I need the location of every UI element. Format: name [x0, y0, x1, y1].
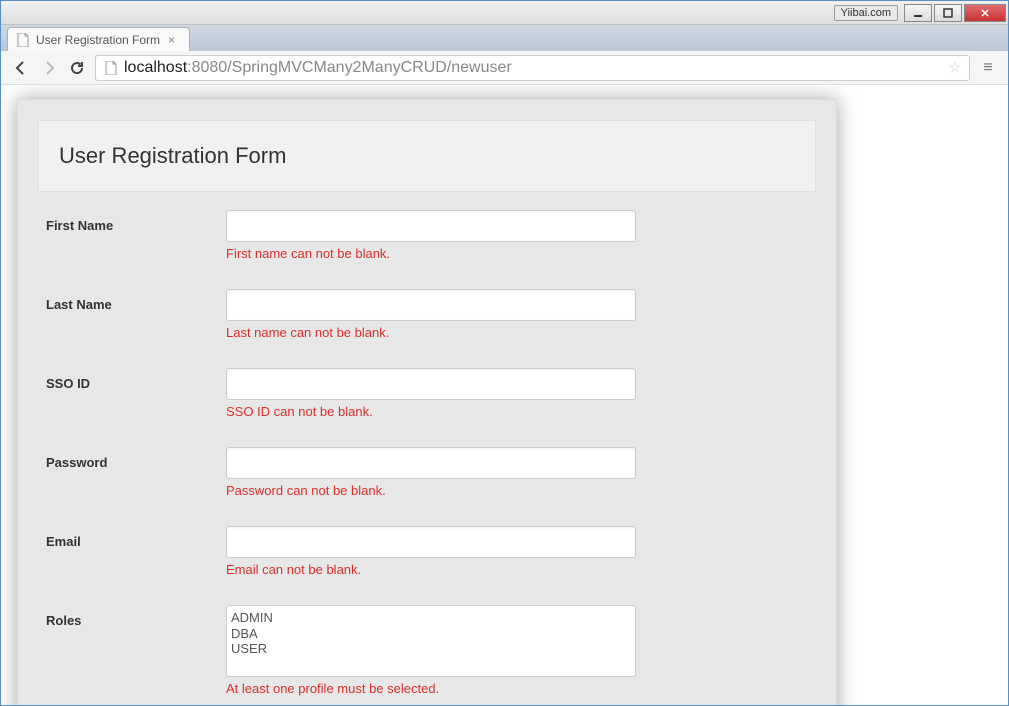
error-email: Email can not be blank. [226, 562, 636, 577]
address-bar[interactable]: localhost :8080/SpringMVCMany2ManyCRUD/n… [95, 55, 970, 81]
tab-title: User Registration Form [36, 33, 160, 47]
os-window-titlebar: Yiibai.com [1, 1, 1008, 25]
error-last-name: Last name can not be blank. [226, 325, 636, 340]
last-name-field[interactable] [226, 289, 636, 321]
email-field[interactable] [226, 526, 636, 558]
browser-tab-strip: User Registration Form × [1, 25, 1008, 51]
card-header: User Registration Form [38, 120, 816, 192]
label-email: Email [46, 526, 226, 549]
form-row-first-name: First Name First name can not be blank. [46, 210, 816, 261]
role-option[interactable]: ADMIN [231, 610, 631, 626]
label-roles: Roles [46, 605, 226, 628]
password-field[interactable] [226, 447, 636, 479]
form-row-roles: Roles ADMINDBAUSER At least one profile … [46, 605, 816, 696]
window-maximize-button[interactable] [934, 4, 962, 22]
url-hostname: localhost [124, 59, 187, 77]
browser-menu-button[interactable]: ≡ [978, 59, 998, 77]
form-card: User Registration Form First Name First … [17, 99, 837, 705]
reload-button[interactable] [67, 58, 87, 78]
label-last-name: Last Name [46, 289, 226, 312]
label-sso-id: SSO ID [46, 368, 226, 391]
form-row-last-name: Last Name Last name can not be blank. [46, 289, 816, 340]
browser-nav-bar: localhost :8080/SpringMVCMany2ManyCRUD/n… [1, 51, 1008, 85]
window-close-button[interactable] [964, 4, 1006, 22]
sso-id-field[interactable] [226, 368, 636, 400]
window-minimize-button[interactable] [904, 4, 932, 22]
role-option[interactable]: USER [231, 641, 631, 657]
label-first-name: First Name [46, 210, 226, 233]
label-password: Password [46, 447, 226, 470]
page-icon [16, 33, 30, 47]
role-option[interactable]: DBA [231, 626, 631, 642]
form-row-sso-id: SSO ID SSO ID can not be blank. [46, 368, 816, 419]
bookmark-star-icon[interactable]: ☆ [948, 59, 961, 76]
error-first-name: First name can not be blank. [226, 246, 636, 261]
browser-tab[interactable]: User Registration Form × [7, 27, 190, 51]
roles-select[interactable]: ADMINDBAUSER [226, 605, 636, 677]
error-sso-id: SSO ID can not be blank. [226, 404, 636, 419]
first-name-field[interactable] [226, 210, 636, 242]
form-row-email: Email Email can not be blank. [46, 526, 816, 577]
page-content: User Registration Form First Name First … [1, 85, 1008, 705]
browser-window: Yiibai.com User Registration Form × [0, 0, 1009, 706]
error-password: Password can not be blank. [226, 483, 636, 498]
form-row-password: Password Password can not be blank. [46, 447, 816, 498]
watermark-tag: Yiibai.com [834, 5, 898, 21]
back-button[interactable] [11, 58, 31, 78]
url-path: :8080/SpringMVCMany2ManyCRUD/newuser [187, 59, 512, 77]
tab-close-icon[interactable]: × [166, 33, 177, 47]
page-icon [104, 61, 118, 75]
error-roles: At least one profile must be selected. [226, 681, 636, 696]
page-title: User Registration Form [59, 143, 795, 169]
forward-button[interactable] [39, 58, 59, 78]
